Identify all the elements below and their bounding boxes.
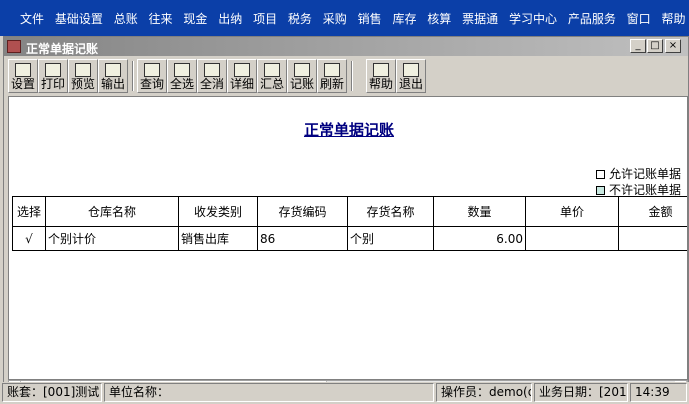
status-bar: 账套：[001]测试 单位名称： 操作员：demo(de 业务日期：[2012 … bbox=[0, 382, 689, 404]
settings-icon bbox=[15, 63, 31, 77]
document-window: 正常单据记账 _ □ × 设置 打印 预览 输出 查询 全选 全消 详细 汇总 … bbox=[3, 36, 689, 404]
status-time: 14:39 bbox=[630, 383, 687, 402]
menu-purchase[interactable]: 采购 bbox=[323, 10, 347, 27]
menu-cashier[interactable]: 出纳 bbox=[218, 10, 242, 27]
table-row[interactable]: √ 个别计价 销售出库 86 个别 6.00 bbox=[12, 226, 687, 251]
help-button[interactable]: 帮助 bbox=[366, 59, 396, 93]
col-select[interactable]: 选择 bbox=[12, 196, 46, 227]
preview-button[interactable]: 预览 bbox=[68, 59, 98, 93]
select-all-icon bbox=[174, 63, 190, 77]
col-quantity[interactable]: 数量 bbox=[433, 196, 526, 227]
menu-sales[interactable]: 销售 bbox=[358, 10, 382, 27]
printer-icon bbox=[45, 63, 61, 77]
binoculars-icon bbox=[144, 63, 160, 77]
preview-icon bbox=[75, 63, 91, 77]
refresh-button[interactable]: 刷新 bbox=[317, 59, 347, 93]
post-button[interactable]: 记账 bbox=[287, 59, 317, 93]
cell-item-code[interactable]: 86 bbox=[257, 226, 348, 251]
main-menu-bar: 文件 基础设置 总账 往来 现金 出纳 项目 税务 采购 销售 库存 核算 票据… bbox=[0, 0, 689, 36]
status-account: 账套：[001]测试 bbox=[2, 383, 102, 402]
settings-button[interactable]: 设置 bbox=[8, 59, 38, 93]
toolbar-separator bbox=[351, 61, 353, 91]
print-button[interactable]: 打印 bbox=[38, 59, 68, 93]
question-icon bbox=[373, 63, 389, 77]
menu-project[interactable]: 项目 bbox=[253, 10, 277, 27]
report-title: 正常单据记账 bbox=[303, 121, 394, 139]
detail-button[interactable]: 详细 bbox=[227, 59, 257, 93]
menu-file[interactable]: 文件 bbox=[20, 10, 44, 27]
post-icon bbox=[294, 63, 310, 77]
deselect-all-icon bbox=[204, 63, 220, 77]
deselect-all-button[interactable]: 全消 bbox=[197, 59, 227, 93]
menu-basic-settings[interactable]: 基础设置 bbox=[55, 10, 103, 27]
col-unit-price[interactable]: 单价 bbox=[525, 196, 619, 227]
menu-general-ledger[interactable]: 总账 bbox=[114, 10, 138, 27]
query-button[interactable]: 查询 bbox=[137, 59, 167, 93]
status-unit: 单位名称： bbox=[104, 383, 434, 402]
select-all-button[interactable]: 全选 bbox=[167, 59, 197, 93]
report-area: 正常单据记账 允许记账单据 不许记账单据 选择 仓库名称 收发类别 存货编码 存… bbox=[8, 96, 688, 380]
status-operator: 操作员：demo(de bbox=[436, 383, 532, 402]
legend-allow-swatch bbox=[595, 170, 605, 179]
menu-tax[interactable]: 税务 bbox=[288, 10, 312, 27]
toolbar-separator bbox=[132, 61, 134, 91]
legend-allow: 允许记账单据 bbox=[595, 165, 681, 182]
refresh-icon bbox=[324, 63, 340, 77]
menu-product-service[interactable]: 产品服务 bbox=[568, 10, 616, 27]
menu-help[interactable]: 帮助 bbox=[662, 10, 686, 27]
menu-inventory[interactable]: 库存 bbox=[392, 10, 416, 27]
status-business-date: 业务日期：[2012 bbox=[534, 383, 628, 402]
col-item-code[interactable]: 存货编码 bbox=[257, 196, 348, 227]
window-title: 正常单据记账 bbox=[26, 42, 99, 56]
cell-quantity[interactable]: 6.00 bbox=[433, 226, 526, 251]
window-titlebar[interactable]: 正常单据记账 _ □ × bbox=[4, 37, 688, 56]
cell-io-type[interactable]: 销售出库 bbox=[178, 226, 258, 251]
cell-unit-price[interactable] bbox=[525, 226, 619, 251]
col-io-type[interactable]: 收发类别 bbox=[178, 196, 258, 227]
export-button[interactable]: 输出 bbox=[98, 59, 128, 93]
cell-warehouse[interactable]: 个别计价 bbox=[45, 226, 179, 251]
export-icon bbox=[105, 63, 121, 77]
menu-cash[interactable]: 现金 bbox=[183, 10, 207, 27]
maximize-button[interactable]: □ bbox=[647, 39, 663, 53]
col-amount[interactable]: 金额 bbox=[618, 196, 687, 227]
exit-button[interactable]: 退出 bbox=[396, 59, 426, 93]
menu-window[interactable]: 窗口 bbox=[627, 10, 651, 27]
col-warehouse[interactable]: 仓库名称 bbox=[45, 196, 179, 227]
cell-select[interactable]: √ bbox=[12, 226, 46, 251]
table-header-row: 选择 仓库名称 收发类别 存货编码 存货名称 数量 单价 金额 bbox=[12, 196, 687, 227]
menu-learning-center[interactable]: 学习中心 bbox=[509, 10, 557, 27]
voucher-table: 选择 仓库名称 收发类别 存货编码 存货名称 数量 单价 金额 √ 个别计价 销… bbox=[12, 196, 687, 251]
cell-amount[interactable] bbox=[618, 226, 687, 251]
menu-bills[interactable]: 票据通 bbox=[462, 10, 498, 27]
minimize-button[interactable]: _ bbox=[630, 39, 646, 53]
menu-accounts[interactable]: 往来 bbox=[149, 10, 173, 27]
close-button[interactable]: × bbox=[665, 39, 681, 53]
detail-icon bbox=[234, 63, 250, 77]
summary-button[interactable]: 汇总 bbox=[257, 59, 287, 93]
col-item-name[interactable]: 存货名称 bbox=[347, 196, 434, 227]
menu-items: 文件 基础设置 总账 往来 现金 出纳 项目 税务 采购 销售 库存 核算 票据… bbox=[20, 10, 689, 27]
app-icon bbox=[7, 40, 21, 53]
exit-icon bbox=[403, 63, 419, 77]
legend-deny-swatch bbox=[595, 186, 605, 195]
toolbar: 设置 打印 预览 输出 查询 全选 全消 详细 汇总 记账 刷新 帮助 退出 bbox=[4, 57, 688, 95]
cell-item-name[interactable]: 个别 bbox=[347, 226, 434, 251]
summary-icon bbox=[264, 63, 280, 77]
menu-costing[interactable]: 核算 bbox=[427, 10, 451, 27]
